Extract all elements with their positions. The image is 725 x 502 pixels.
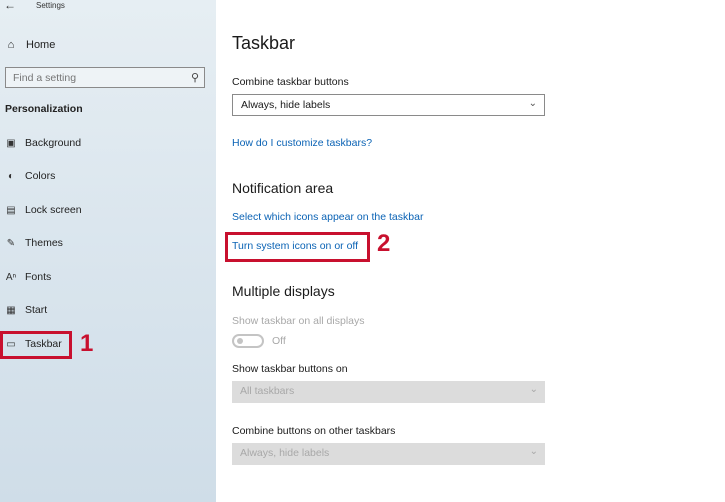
palette-icon: ◐ <box>7 170 15 182</box>
sidebar-item-lock-screen[interactable]: ▤ Lock screen <box>4 200 82 220</box>
show-buttons-on-dropdown[interactable]: All taskbars ⌄ <box>232 381 545 403</box>
show-all-displays-label: Show taskbar on all displays <box>232 315 365 327</box>
nav-home-label: Home <box>26 39 56 51</box>
home-icon: ⌂ <box>7 39 15 51</box>
sidebar-item-label: Start <box>25 304 48 316</box>
app-title: Settings <box>36 1 65 10</box>
sidebar-item-label: Colors <box>25 170 56 182</box>
title-bar: ← Settings <box>0 0 216 14</box>
customize-taskbars-link[interactable]: How do I customize taskbars? <box>232 137 372 149</box>
chevron-down-icon: ⌄ <box>528 98 537 109</box>
sidebar-item-label: Fonts <box>25 271 52 283</box>
combine-other-dropdown[interactable]: Always, hide labels ⌄ <box>232 443 545 465</box>
combine-label: Combine taskbar buttons <box>232 76 349 88</box>
sidebar-item-background[interactable]: ▣ Background <box>4 133 81 153</box>
search-icon[interactable]: ⚲ <box>191 71 199 84</box>
sidebar-item-label: Themes <box>25 237 63 249</box>
highlight-box-taskbar <box>0 331 72 359</box>
brush-icon: ✎ <box>6 237 16 249</box>
page-title: Taskbar <box>232 33 296 53</box>
toggle-knob <box>237 338 243 344</box>
combine-other-label: Combine buttons on other taskbars <box>232 425 396 437</box>
show-buttons-on-value: All taskbars <box>240 385 295 397</box>
sidebar-item-label: Lock screen <box>25 204 82 216</box>
annotation-marker-2: 2 <box>377 230 391 257</box>
sidebar: ← Settings ⌂ Home ⚲ Personalization ▣ Ba… <box>0 0 216 502</box>
annotation-marker-1: 1 <box>80 330 94 357</box>
show-all-displays-toggle[interactable] <box>232 334 264 348</box>
notification-area-heading: Notification area <box>232 180 334 196</box>
combine-dropdown-value: Always, hide labels <box>241 99 331 111</box>
toggle-state-label: Off <box>272 335 286 347</box>
multiple-displays-heading: Multiple displays <box>232 283 335 299</box>
sidebar-item-colors[interactable]: ◐ Colors <box>4 166 55 186</box>
chevron-down-icon: ⌄ <box>529 384 538 395</box>
group-label: Personalization <box>5 103 83 115</box>
sidebar-item-themes[interactable]: ✎ Themes <box>4 233 63 253</box>
font-icon: Aⁿ <box>5 271 17 283</box>
back-arrow-icon[interactable]: ← <box>4 0 16 12</box>
combine-dropdown[interactable]: Always, hide labels ⌄ <box>232 94 545 116</box>
sidebar-item-fonts[interactable]: Aⁿ Fonts <box>4 267 51 287</box>
sidebar-item-label: Background <box>25 137 82 149</box>
select-icons-link[interactable]: Select which icons appear on the taskbar <box>232 211 423 223</box>
combine-other-value: Always, hide labels <box>240 447 330 459</box>
highlight-box-system-icons <box>225 232 370 262</box>
image-icon: ▣ <box>6 137 16 149</box>
nav-home[interactable]: ⌂ Home <box>4 36 56 54</box>
show-buttons-on-label: Show taskbar buttons on <box>232 363 348 375</box>
search-box[interactable]: ⚲ <box>5 67 205 88</box>
chevron-down-icon: ⌄ <box>529 446 538 457</box>
search-input[interactable] <box>6 68 184 87</box>
sidebar-item-start[interactable]: ▦ Start <box>4 300 47 320</box>
start-icon: ▦ <box>6 304 16 316</box>
lock-screen-icon: ▤ <box>6 204 16 216</box>
